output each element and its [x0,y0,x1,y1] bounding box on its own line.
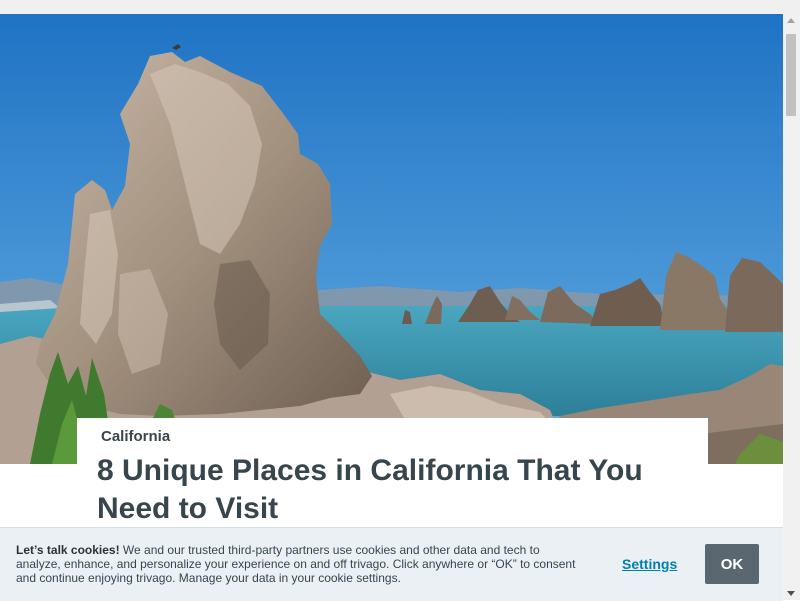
hero-image [0,14,783,464]
article-category[interactable]: California [101,428,170,445]
article-title: 8 Unique Places in California That You N… [97,454,643,525]
scroll-up-arrow-icon[interactable] [787,18,795,23]
vertical-scrollbar[interactable] [783,14,800,600]
cookie-heading: Let’s talk cookies! [16,543,120,557]
browser-top-edge [0,0,800,15]
article-card: California 8 Unique Places in California… [77,418,708,538]
cookie-banner[interactable]: Let’s talk cookies! We and our trusted t… [0,527,783,601]
cookie-settings-link[interactable]: Settings [622,556,677,572]
hero-image-art [0,14,783,464]
scrollbar-thumb[interactable] [786,34,796,116]
cookie-message: Let’s talk cookies! We and our trusted t… [16,543,581,585]
cookie-ok-button[interactable]: OK [705,544,759,584]
scroll-down-arrow-icon[interactable] [787,591,795,596]
